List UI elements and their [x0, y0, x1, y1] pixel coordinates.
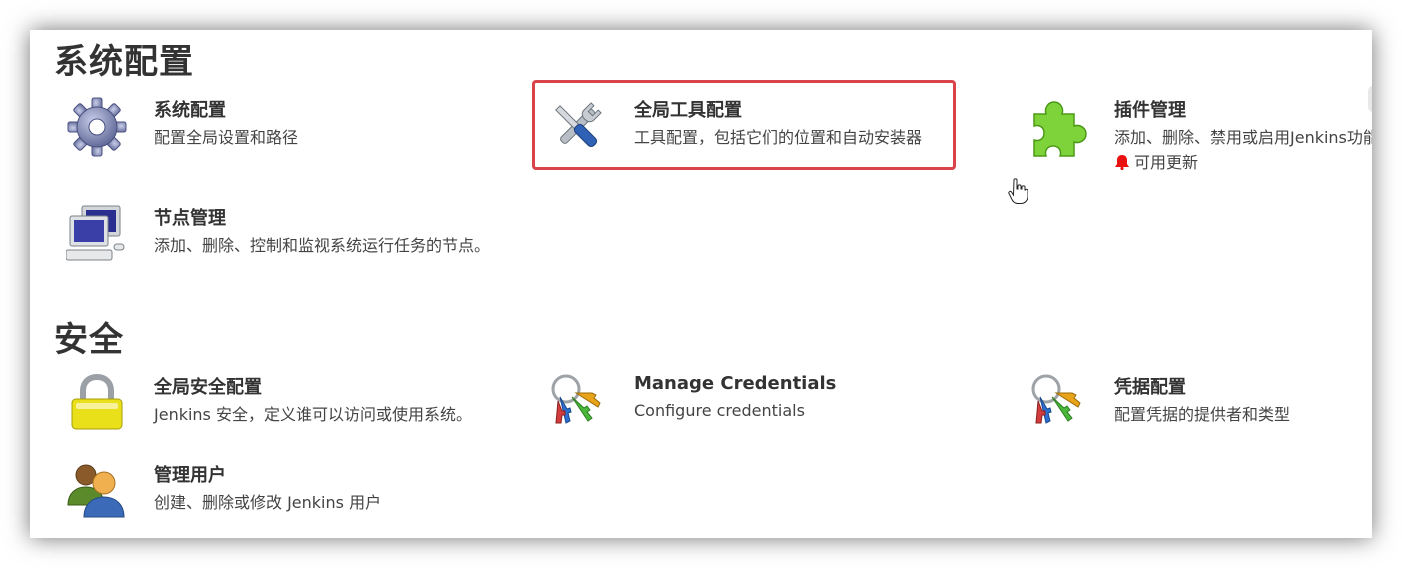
- keys-icon: [1026, 373, 1088, 435]
- section-title-security: 安全: [54, 320, 124, 360]
- bell-icon: [1115, 155, 1129, 170]
- computer-icon: [65, 204, 128, 266]
- item-description: Configure credentials: [634, 401, 805, 420]
- manage-item-plugin-manager[interactable]: 插件管理 添加、删除、禁用或启用Jenkins功能 可用更新: [1026, 96, 1372, 172]
- manage-item-system-config[interactable]: 系统配置 配置全局设置和路径: [66, 96, 496, 166]
- scrollbar-edge[interactable]: [1368, 86, 1372, 112]
- section-title-system: 系统配置: [54, 42, 194, 82]
- manage-item-credential-providers[interactable]: 凭据配置 配置凭据的提供者和类型: [1026, 373, 1372, 443]
- highlight-box: [532, 80, 956, 170]
- item-description: 添加、删除、控制和监视系统运行任务的节点。: [154, 236, 491, 255]
- item-title: Manage Credentials: [634, 373, 837, 394]
- item-title: 管理用户: [154, 465, 226, 486]
- item-description: 配置凭据的提供者和类型: [1114, 405, 1291, 424]
- manage-item-manage-credentials[interactable]: Manage Credentials Configure credentials: [546, 373, 976, 443]
- updates-available-label: 可用更新: [1134, 153, 1199, 172]
- lock-icon: [66, 373, 128, 435]
- item-title: 全局安全配置: [154, 377, 262, 398]
- manage-item-manage-users[interactable]: 管理用户 创建、删除或修改 Jenkins 用户: [66, 461, 496, 531]
- item-description: 添加、删除、禁用或启用Jenkins功能: [1114, 128, 1372, 147]
- gear-icon: [66, 96, 128, 158]
- keys-icon: [546, 373, 608, 435]
- item-description: Jenkins 安全，定义谁可以访问或使用系统。: [154, 405, 472, 424]
- item-title: 凭据配置: [1114, 377, 1186, 398]
- users-icon: [66, 461, 128, 523]
- management-panel: 系统配置 系统配置 配置全局设置和路径 全局工具配置 工具配置，包括它们的位置和…: [30, 30, 1372, 538]
- item-description: 配置全局设置和路径: [154, 128, 299, 147]
- item-title: 系统配置: [154, 100, 226, 121]
- item-title: 节点管理: [154, 208, 226, 229]
- item-title: 插件管理: [1114, 100, 1186, 121]
- manage-item-node-manager[interactable]: 节点管理 添加、删除、控制和监视系统运行任务的节点。: [65, 204, 496, 274]
- manage-item-global-security[interactable]: 全局安全配置 Jenkins 安全，定义谁可以访问或使用系统。: [66, 373, 496, 443]
- item-description: 创建、删除或修改 Jenkins 用户: [154, 493, 382, 512]
- puzzle-icon: [1026, 96, 1088, 158]
- hand-cursor-icon: [1008, 178, 1028, 204]
- updates-available-link[interactable]: 可用更新: [1114, 149, 1198, 173]
